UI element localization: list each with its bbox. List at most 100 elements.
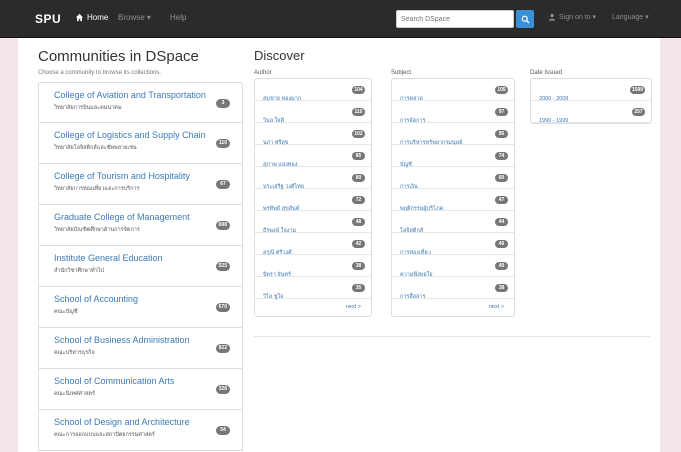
- community-thai-name: คณะบัญชี: [54, 309, 78, 315]
- subject-facet-item[interactable]: การท่องเที่ยว 40: [392, 233, 514, 256]
- community-count-badge: 3: [216, 99, 230, 108]
- communities-title: Communities in DSpace: [38, 48, 199, 65]
- language-menu[interactable]: Language ▾: [612, 13, 649, 21]
- community-name-link[interactable]: School of Business Administration: [54, 335, 242, 345]
- date-issued-facet-count-badge: 1599: [629, 86, 645, 94]
- community-list-item[interactable]: School of Design and Architecture คณะการอ…: [38, 410, 243, 451]
- date-issued-facet-count-badge: 257: [632, 108, 645, 116]
- community-thai-name: คณะบริหารธุรกิจ: [54, 350, 95, 356]
- community-thai-name: คณะนิเทศศาสตร์: [54, 391, 95, 397]
- community-name-link[interactable]: College of Aviation and Transportation: [54, 90, 242, 100]
- author-facet-item[interactable]: สุภาพ แสงทอง 85: [255, 145, 371, 168]
- community-thai-name: วิทยาลัยโลจิสติกส์และซัพพลายเชน: [54, 145, 137, 151]
- community-list-item[interactable]: Institute General Education สำนักวิชาศึกษ…: [38, 246, 243, 287]
- search-input[interactable]: [396, 10, 514, 28]
- brand-logo[interactable]: SPU: [35, 12, 61, 26]
- subject-facet-count-badge: 44: [495, 218, 508, 226]
- author-facet-count-badge: 80: [352, 174, 365, 182]
- community-thai-name: คณะการออกแบบและสถาปัตยกรรมศาสตร์: [54, 432, 155, 438]
- subject-facet-item[interactable]: การตลาด 105: [392, 79, 514, 102]
- subject-facet-count-badge: 40: [495, 262, 508, 270]
- community-count-badge: 67: [216, 180, 230, 189]
- author-facet-item[interactable]: สมชาย ทองมาก 104: [255, 79, 371, 102]
- subject-facet-count-badge: 105: [495, 86, 508, 94]
- author-facet-item[interactable]: นภา ศรีสุข 102: [255, 123, 371, 146]
- subject-facet-item[interactable]: บัญชี 74: [392, 145, 514, 168]
- community-name-link[interactable]: College of Tourism and Hospitality: [54, 171, 242, 181]
- community-name-link[interactable]: Institute General Education: [54, 253, 242, 263]
- search-button[interactable]: [516, 10, 534, 28]
- subject-facet-item[interactable]: พฤติกรรมผู้บริโภค 47: [392, 189, 514, 212]
- community-list-item[interactable]: Graduate College of Management วิทยาลัยบั…: [38, 205, 243, 246]
- subject-facet-count-badge: 97: [495, 108, 508, 116]
- community-list-item[interactable]: College of Logistics and Supply Chain วิท…: [38, 123, 243, 164]
- author-facet-count-badge: 85: [352, 152, 365, 160]
- community-list-item[interactable]: School of Business Administration คณะบริห…: [38, 328, 243, 369]
- signin-label: Sign on to ▾: [559, 14, 596, 21]
- author-facet-count-badge: 72: [352, 196, 365, 204]
- author-facet-count-badge: 48: [352, 218, 365, 226]
- author-facet-link[interactable]: วิไล ชูใจ: [263, 294, 283, 300]
- author-facet-count-badge: 35: [352, 284, 365, 292]
- community-name-link[interactable]: Graduate College of Management: [54, 212, 242, 222]
- user-icon: [548, 13, 556, 21]
- subject-facet-item[interactable]: การจัดการ 97: [392, 101, 514, 124]
- nav-browse[interactable]: Browse ▾: [118, 13, 151, 22]
- nav-home-label: Home: [87, 13, 109, 22]
- signin-menu[interactable]: Sign on to ▾: [548, 13, 596, 21]
- date-issued-facet-item[interactable]: 1990 - 1999 257: [531, 101, 651, 124]
- navbar: SPU Home Browse ▾ Help Sign on to ▾ Lang…: [0, 0, 681, 38]
- subject-facet-item[interactable]: การเงิน 60: [392, 167, 514, 190]
- community-list-item[interactable]: School of Accounting คณะบัญชี 670: [38, 287, 243, 328]
- community-thai-name: วิทยาลัยบัณฑิตศึกษาด้านการจัดการ: [54, 227, 140, 233]
- home-icon: [75, 13, 84, 22]
- community-name-link[interactable]: School of Accounting: [54, 294, 242, 304]
- subject-facet-count-badge: 74: [495, 152, 508, 160]
- community-list-item[interactable]: College of Aviation and Transportation วิ…: [38, 82, 243, 123]
- discover-divider: [254, 336, 650, 337]
- author-facet-item[interactable]: ธีรพงษ์ ใจงาม 48: [255, 211, 371, 234]
- date-issued-facet-link[interactable]: 1990 - 1999: [539, 118, 568, 124]
- community-thai-name: สำนักวิชาศึกษาทั่วไป: [54, 268, 104, 274]
- discover-title: Discover: [254, 48, 305, 63]
- subject-facet-link[interactable]: การสื่อสาร: [400, 294, 425, 300]
- nav-help[interactable]: Help: [170, 13, 186, 22]
- subject-facet-item[interactable]: การบริหารทรัพยากรมนุษย์ 95: [392, 123, 514, 146]
- subject-facet-item[interactable]: การสื่อสาร 38: [392, 277, 514, 300]
- community-count-badge: 525: [215, 262, 230, 271]
- subject-facet-count-badge: 47: [495, 196, 508, 204]
- author-facet-count-badge: 110: [352, 108, 365, 116]
- community-count-badge: 328: [215, 385, 230, 394]
- community-name-link[interactable]: College of Logistics and Supply Chain: [54, 130, 242, 140]
- subject-facet-count-badge: 95: [495, 130, 508, 138]
- communities-subtitle: Choose a community to browse its collect…: [38, 70, 162, 76]
- subject-facet-label: Subject: [391, 70, 412, 76]
- author-facet-item[interactable]: วิมล ใจดี 110: [255, 101, 371, 124]
- author-facet-item[interactable]: จิตรา จันทร์ 38: [255, 255, 371, 278]
- author-facet-count-badge: 42: [352, 240, 365, 248]
- subject-facet-item[interactable]: ความพึงพอใจ 40: [392, 255, 514, 278]
- community-count-badge: 822: [215, 344, 230, 353]
- author-facet-item[interactable]: ประเสริฐ วงศ์ไทย 80: [255, 167, 371, 190]
- subject-facet-count-badge: 38: [495, 284, 508, 292]
- date-issued-facet: 2000 - 2009 1599 1990 - 1999 257: [530, 78, 652, 124]
- community-list-item[interactable]: School of Communication Arts คณะนิเทศศาสต…: [38, 369, 243, 410]
- nav-home[interactable]: Home: [75, 13, 108, 22]
- community-count-badge: 54: [216, 426, 230, 435]
- subject-facet-item[interactable]: โลจิสติกส์ 44: [392, 211, 514, 234]
- author-facet-item[interactable]: วิไล ชูใจ 35: [255, 277, 371, 300]
- community-thai-name: วิทยาลัยการท่องเที่ยวและการบริการ: [54, 186, 140, 192]
- community-name-link[interactable]: School of Communication Arts: [54, 376, 242, 386]
- community-count-badge: 698: [215, 221, 230, 230]
- subject-facet-count-badge: 40: [495, 240, 508, 248]
- community-name-link[interactable]: School of Design and Architecture: [54, 417, 242, 427]
- search-icon: [521, 15, 530, 24]
- author-facet-count-badge: 102: [352, 130, 365, 138]
- author-facet-label: Author: [254, 70, 272, 76]
- subject-facet: การตลาด 105 การจัดการ 97 การบริหารทรัพยากรมน…: [391, 78, 515, 317]
- community-list-item[interactable]: College of Tourism and Hospitality วิทยาล…: [38, 164, 243, 205]
- date-issued-facet-item[interactable]: 2000 - 2009 1599: [531, 79, 651, 102]
- author-facet-item[interactable]: พรทิพย์ สุขสันต์ 72: [255, 189, 371, 212]
- date-facet-label: Date Issued: [530, 70, 563, 76]
- author-facet-item[interactable]: อรุณี ศรีวงศ์ 42: [255, 233, 371, 256]
